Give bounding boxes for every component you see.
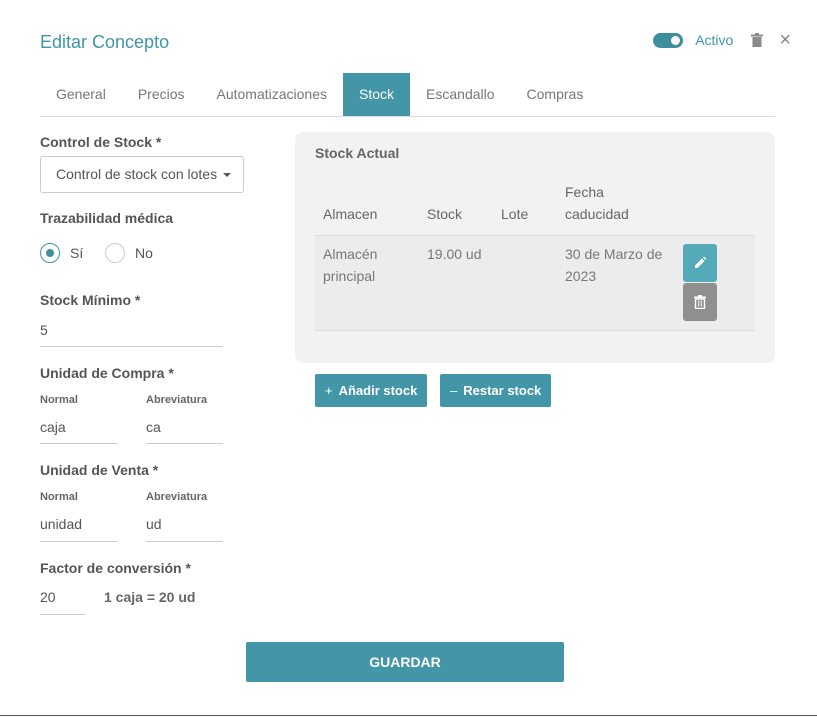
purchase-unit-normal-input[interactable]: caja (40, 419, 66, 435)
purchase-unit-abbr-input[interactable]: ca (146, 419, 161, 435)
conversion-input[interactable]: 20 (40, 589, 56, 605)
minus-icon: – (450, 383, 458, 398)
plus-icon: + (325, 383, 333, 398)
tab-compras[interactable]: Compras (511, 73, 600, 116)
column-header-lot: Lote (501, 206, 529, 222)
purchase-unit-abbr-label: Abreviatura (146, 394, 208, 406)
remove-stock-label: Restar stock (463, 383, 542, 398)
active-label: Activo (695, 32, 734, 48)
delete-row-button[interactable] (683, 283, 717, 321)
sale-unit-normal-label: Normal (40, 491, 78, 503)
sale-abbr-underline (146, 541, 223, 542)
add-stock-label: Añadir stock (338, 383, 418, 398)
stock-control-label: Control de Stock * (40, 134, 162, 150)
tab-bar: General Precios Automatizaciones Stock E… (40, 73, 775, 117)
stock-panel-title: Stock Actual (315, 145, 400, 161)
min-stock-underline (40, 346, 223, 347)
sale-normal-underline (40, 541, 117, 542)
cell-stock: 19.00 ud (427, 246, 482, 262)
column-header-warehouse: Almacen (323, 206, 378, 222)
add-stock-button[interactable]: + Añadir stock (315, 374, 428, 407)
sale-unit-abbr-input[interactable]: ud (146, 516, 162, 532)
save-button[interactable]: GUARDAR (246, 642, 564, 682)
cell-expiry: 30 de Marzo de 2023 (565, 246, 663, 284)
min-stock-input[interactable]: 5 (40, 322, 48, 338)
trash-icon[interactable] (751, 33, 764, 47)
traceability-yes-radio[interactable] (40, 243, 60, 263)
caret-down-icon (223, 173, 231, 177)
tab-general[interactable]: General (40, 73, 122, 116)
active-toggle[interactable] (653, 32, 684, 48)
sale-unit-label: Unidad de Venta * (40, 462, 159, 478)
traceability-yes-label: Sí (70, 245, 84, 261)
conversion-label: Factor de conversión * (40, 560, 191, 576)
conversion-underline (40, 614, 85, 615)
cell-warehouse: Almacén principal (323, 246, 378, 284)
header-actions: Activo × (653, 30, 791, 50)
tab-automatizaciones[interactable]: Automatizaciones (201, 73, 344, 116)
sale-unit-normal-input[interactable]: unidad (40, 516, 82, 532)
traceability-no-label: No (135, 245, 153, 261)
stock-panel: Stock Actual Almacen Stock Lote Fecha ca… (295, 132, 775, 363)
purchase-unit-normal-label: Normal (40, 394, 78, 406)
tab-stock[interactable]: Stock (343, 73, 411, 116)
purchase-abbr-underline (146, 443, 223, 444)
column-header-expiry: Fecha caducidad (565, 184, 629, 222)
min-stock-label: Stock Mínimo * (40, 292, 141, 308)
stock-control-select[interactable]: Control de stock con lotes (40, 156, 244, 193)
pencil-icon (695, 256, 707, 268)
traceability-label: Trazabilidad médica (40, 210, 174, 226)
conversion-hint: 1 caja = 20 ud (104, 589, 196, 605)
table-bottom-divider (315, 330, 755, 331)
edit-row-button[interactable] (683, 244, 717, 282)
tab-escandallo[interactable]: Escandallo (410, 73, 511, 116)
stock-control-value: Control de stock con lotes (56, 166, 218, 182)
edit-concept-modal: Editar Concepto Activo × General Precios… (0, 0, 817, 716)
modal-title: Editar Concepto (40, 32, 170, 52)
remove-stock-button[interactable]: – Restar stock (440, 374, 552, 407)
purchase-normal-underline (40, 443, 117, 444)
close-icon[interactable]: × (779, 30, 791, 50)
column-header-stock: Stock (427, 206, 463, 222)
trash-icon (694, 295, 706, 309)
sale-unit-abbr-label: Abreviatura (146, 491, 208, 503)
traceability-no-radio[interactable] (105, 243, 125, 263)
tab-precios[interactable]: Precios (122, 73, 201, 116)
purchase-unit-label: Unidad de Compra * (40, 365, 174, 381)
